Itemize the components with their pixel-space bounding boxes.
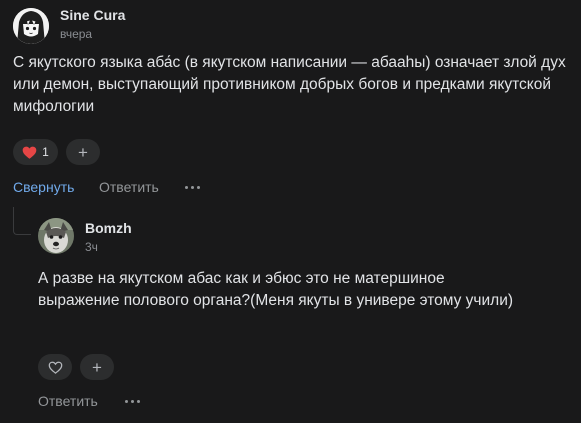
avatar-dog-icon bbox=[38, 218, 74, 254]
thread-connector bbox=[13, 207, 31, 235]
dot-icon bbox=[191, 185, 194, 189]
dot-icon bbox=[185, 185, 188, 189]
reply-add-reaction-button[interactable]: + bbox=[80, 354, 114, 380]
dot-icon bbox=[137, 399, 140, 403]
like-count: 1 bbox=[42, 145, 49, 159]
reply-reply-button[interactable]: Ответить bbox=[38, 393, 98, 409]
heart-icon bbox=[22, 146, 37, 159]
heart-outline-icon bbox=[48, 361, 62, 374]
dot-icon bbox=[125, 399, 128, 403]
reply-author[interactable]: Bomzh bbox=[85, 220, 132, 236]
dot-icon bbox=[131, 399, 134, 403]
comment-time[interactable]: вчера bbox=[60, 27, 92, 41]
collapse-button[interactable]: Свернуть bbox=[13, 179, 74, 195]
dot-icon bbox=[197, 185, 200, 189]
avatar-sine-cura[interactable] bbox=[13, 8, 49, 44]
avatar-bomzh[interactable] bbox=[38, 218, 74, 254]
reply-more-options-button[interactable] bbox=[125, 397, 140, 405]
more-options-button[interactable] bbox=[185, 183, 200, 191]
add-reaction-button[interactable]: + bbox=[66, 139, 100, 165]
like-button[interactable]: 1 bbox=[13, 139, 58, 165]
plus-icon: + bbox=[78, 142, 88, 162]
avatar-anime-icon bbox=[13, 8, 49, 44]
reply-time[interactable]: 3ч bbox=[85, 240, 98, 254]
reply-text: А разве на якутском абас как и эбюс это … bbox=[38, 270, 514, 309]
comment-author[interactable]: Sine Cura bbox=[60, 7, 125, 23]
reply-like-button[interactable] bbox=[38, 354, 72, 380]
reply-button[interactable]: Ответить bbox=[99, 179, 159, 195]
plus-icon: + bbox=[92, 357, 102, 377]
comment-text: С якутского языка аба́с (в якутском напи… bbox=[13, 54, 566, 115]
